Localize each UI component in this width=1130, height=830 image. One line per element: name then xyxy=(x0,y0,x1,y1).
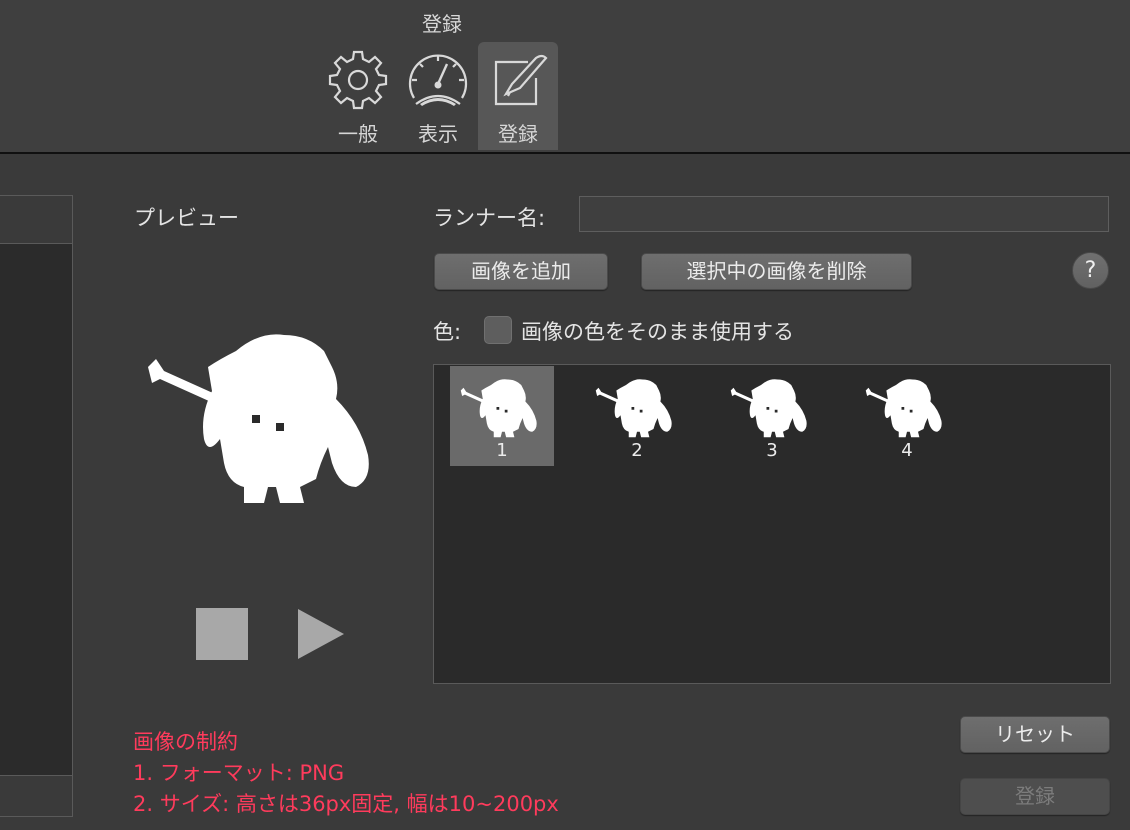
runner-list[interactable] xyxy=(0,195,73,777)
preview-label: プレビュー xyxy=(134,206,239,230)
window-title: 登録 xyxy=(422,12,462,36)
runner-name-label: ランナー名: xyxy=(433,206,546,230)
runner-preview-image xyxy=(140,325,396,505)
add-image-button[interactable]: 画像を追加 xyxy=(434,253,608,290)
runner-list-footer xyxy=(0,775,73,817)
image-item[interactable]: 1 xyxy=(450,366,554,466)
color-label: 色: xyxy=(433,320,462,344)
runner-frame-image xyxy=(863,376,951,438)
image-number: 3 xyxy=(766,440,778,461)
use-image-color-label[interactable]: 画像の色をそのまま使用する xyxy=(521,316,794,346)
runner-list-header xyxy=(0,196,72,244)
delete-selected-image-button[interactable]: 選択中の画像を削除 xyxy=(641,253,912,290)
tab-label: 登録 xyxy=(498,122,538,146)
register-button[interactable]: 登録 xyxy=(960,778,1110,815)
tab-register[interactable]: 登録 xyxy=(478,42,558,150)
constraints-title: 画像の制約 xyxy=(133,730,238,754)
play-button[interactable] xyxy=(298,609,344,659)
image-constraints: 画像の制約 1. フォーマット: PNG 2. サイズ: 高さは36px固定, … xyxy=(133,727,559,820)
image-number: 2 xyxy=(631,440,643,461)
image-number: 4 xyxy=(901,440,913,461)
runner-frame-image xyxy=(458,376,546,438)
tab-general[interactable]: 一般 xyxy=(318,42,398,150)
edit-icon xyxy=(494,54,548,106)
stop-button[interactable] xyxy=(196,608,248,660)
tab-label: 一般 xyxy=(338,122,378,146)
image-item[interactable]: 2 xyxy=(585,366,689,466)
constraint-size: 2. サイズ: 高さは36px固定, 幅は10~200px xyxy=(133,792,559,816)
tab-display[interactable]: 表示 xyxy=(398,42,478,150)
runner-frame-image xyxy=(593,376,681,438)
constraint-format: 1. フォーマット: PNG xyxy=(133,761,345,785)
image-list[interactable]: 1 2 3 4 xyxy=(433,364,1111,684)
gear-icon xyxy=(328,50,388,110)
reset-button[interactable]: リセット xyxy=(960,716,1110,753)
image-item[interactable]: 4 xyxy=(855,366,959,466)
runner-name-input[interactable] xyxy=(579,196,1109,232)
toolbar: 登録 一般 表示 登録 xyxy=(0,0,1130,154)
image-number: 1 xyxy=(496,440,508,461)
preferences-window: 登録 一般 表示 登録 プレビュー ランナー名: 画像を追加 選択中の画像を削除… xyxy=(0,0,1130,830)
image-item[interactable]: 3 xyxy=(720,366,824,466)
gauge-icon xyxy=(408,54,468,106)
use-image-color-checkbox[interactable] xyxy=(484,316,512,344)
tab-label: 表示 xyxy=(418,122,458,146)
help-button[interactable]: ? xyxy=(1072,252,1109,289)
runner-frame-image xyxy=(728,376,816,438)
